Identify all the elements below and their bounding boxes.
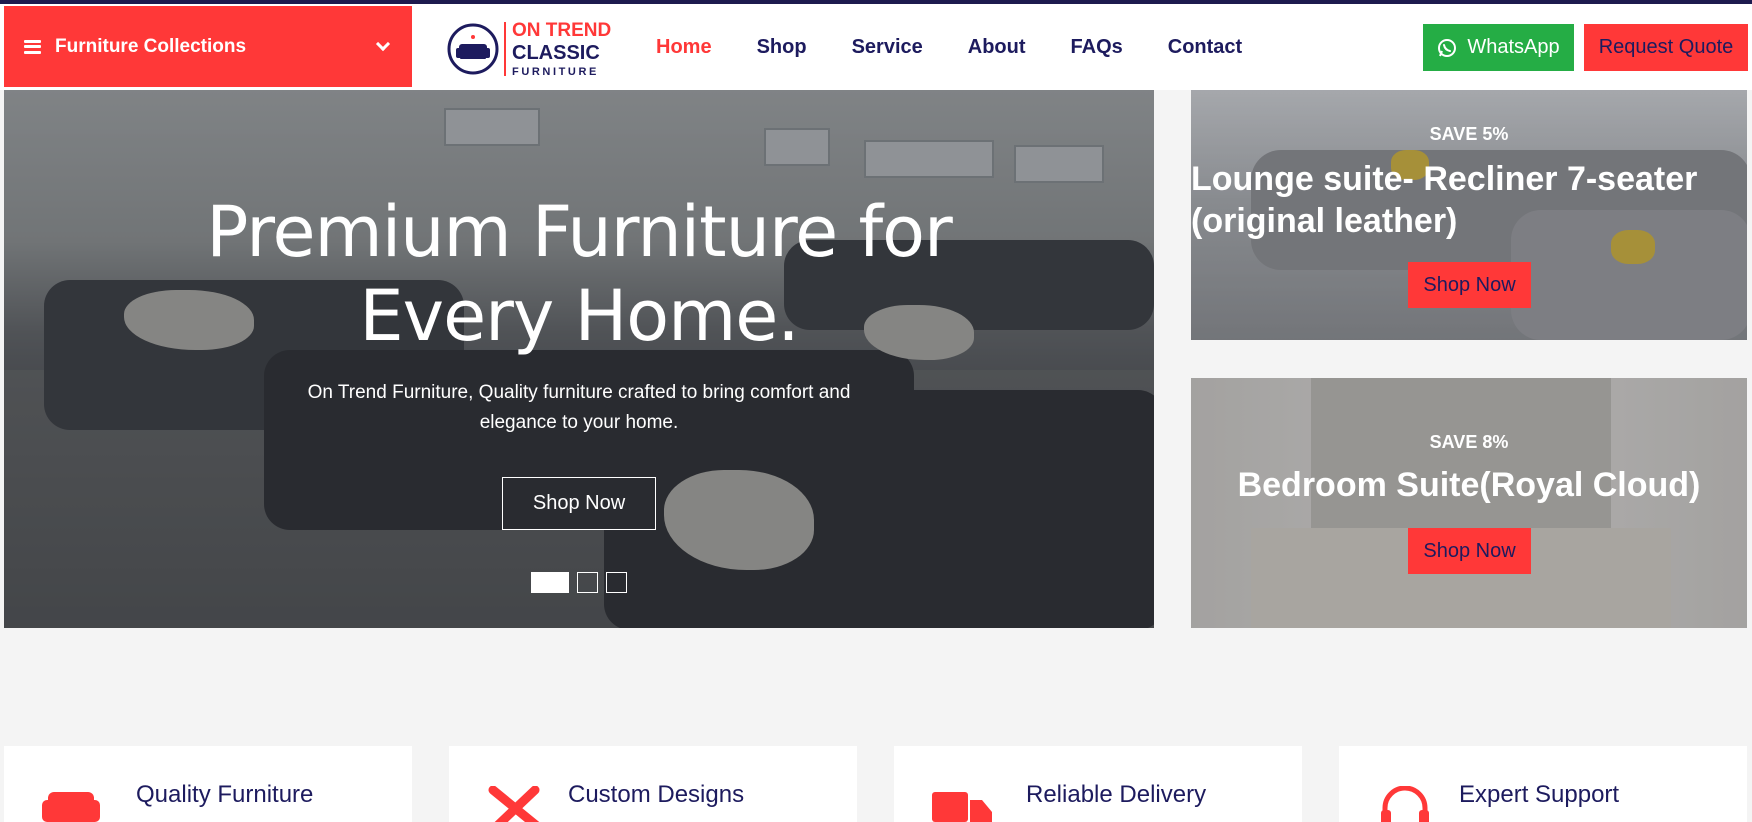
hero-subtitle: On Trend Furniture, Quality furniture cr… <box>274 378 884 438</box>
promo-shop-now-button[interactable]: Shop Now <box>1408 262 1531 308</box>
feature-card-delivery: Reliable Delivery <box>894 746 1302 822</box>
promo-save-badge: SAVE 8% <box>1429 432 1509 452</box>
promo-shop-now-label: Shop Now <box>1423 539 1516 562</box>
promo-title-line-1: Lounge suite- Recliner 7-seater <box>1191 160 1698 198</box>
feature-title: Reliable Delivery <box>1026 781 1207 808</box>
headset-icon <box>1381 786 1429 822</box>
furniture-collections-dropdown[interactable]: Furniture Collections <box>4 6 412 87</box>
promo-save-badge: SAVE 5% <box>1429 124 1509 144</box>
logo-divider <box>504 22 506 76</box>
collections-label: Furniture Collections <box>55 35 247 57</box>
promo-shop-now-button[interactable]: Shop Now <box>1408 528 1531 574</box>
feature-card-custom: Custom Designs <box>449 746 857 822</box>
request-quote-button[interactable]: Request Quote <box>1584 24 1748 71</box>
main-nav: Home Shop Service About FAQs Contact <box>656 4 1287 90</box>
hero-subtitle-line-1: On Trend Furniture, Quality furniture cr… <box>307 382 851 403</box>
whatsapp-icon <box>1438 38 1457 57</box>
feature-title: Quality Furniture <box>136 781 314 808</box>
nav-service[interactable]: Service <box>852 36 923 59</box>
site-header: Furniture Collections ON TREND CLASSIC F… <box>0 4 1752 90</box>
nav-about[interactable]: About <box>968 36 1026 59</box>
tools-icon <box>488 786 540 822</box>
slider-dot-2[interactable] <box>577 572 598 593</box>
hero-subtitle-line-2: elegance to your home. <box>479 412 679 433</box>
whatsapp-button[interactable]: WhatsApp <box>1423 24 1574 71</box>
feature-title: Expert Support <box>1459 781 1620 808</box>
sofa-icon <box>42 792 100 822</box>
menu-icon <box>24 39 41 54</box>
promo-title: Bedroom Suite(Royal Cloud) <box>1191 464 1747 506</box>
request-quote-label: Request Quote <box>1598 36 1734 58</box>
site-logo[interactable]: ON TREND CLASSIC FURNITURE <box>446 18 616 80</box>
promo-title: Lounge suite- Recliner 7-seater (origina… <box>1191 158 1697 242</box>
logo-line-3: FURNITURE <box>512 65 599 78</box>
feature-card-support: Expert Support <box>1339 746 1747 822</box>
logo-line-1: ON TREND <box>512 19 612 41</box>
hero-shop-now-label: Shop Now <box>532 492 626 514</box>
promo-shop-now-label: Shop Now <box>1423 273 1516 296</box>
feature-card-quality: Quality Furniture <box>4 746 412 822</box>
slider-dot-1[interactable] <box>531 572 569 593</box>
truck-icon <box>932 792 992 822</box>
chevron-down-icon <box>375 36 391 52</box>
feature-title: Custom Designs <box>568 781 745 808</box>
promo-card-lounge[interactable]: SAVE 5% Lounge suite- Recliner 7-seater … <box>1191 90 1747 340</box>
whatsapp-label: WhatsApp <box>1467 36 1560 58</box>
hero-title-line-1: Premium Furniture for <box>206 191 953 273</box>
nav-contact[interactable]: Contact <box>1168 36 1242 59</box>
hero-overlay <box>4 90 1154 628</box>
hero-slider: Premium Furniture for Every Home. On Tre… <box>4 90 1154 628</box>
sofa-logo-icon <box>447 23 499 75</box>
promo-title-line-1: Bedroom Suite(Royal Cloud) <box>1237 466 1701 504</box>
logo-line-2: CLASSIC <box>512 41 600 64</box>
hero-shop-now-button[interactable]: Shop Now <box>502 477 656 530</box>
nav-faqs[interactable]: FAQs <box>1071 36 1123 59</box>
nav-shop[interactable]: Shop <box>757 36 807 59</box>
promo-title-line-2: (original leather) <box>1191 202 1458 240</box>
slider-dots <box>531 572 627 593</box>
hero-title: Premium Furniture for Every Home. <box>4 190 1154 358</box>
slider-dot-3[interactable] <box>606 572 627 593</box>
hero-title-line-2: Every Home. <box>359 275 799 357</box>
promo-card-bedroom[interactable]: SAVE 8% Bedroom Suite(Royal Cloud) Shop … <box>1191 378 1747 628</box>
nav-home[interactable]: Home <box>656 36 712 59</box>
